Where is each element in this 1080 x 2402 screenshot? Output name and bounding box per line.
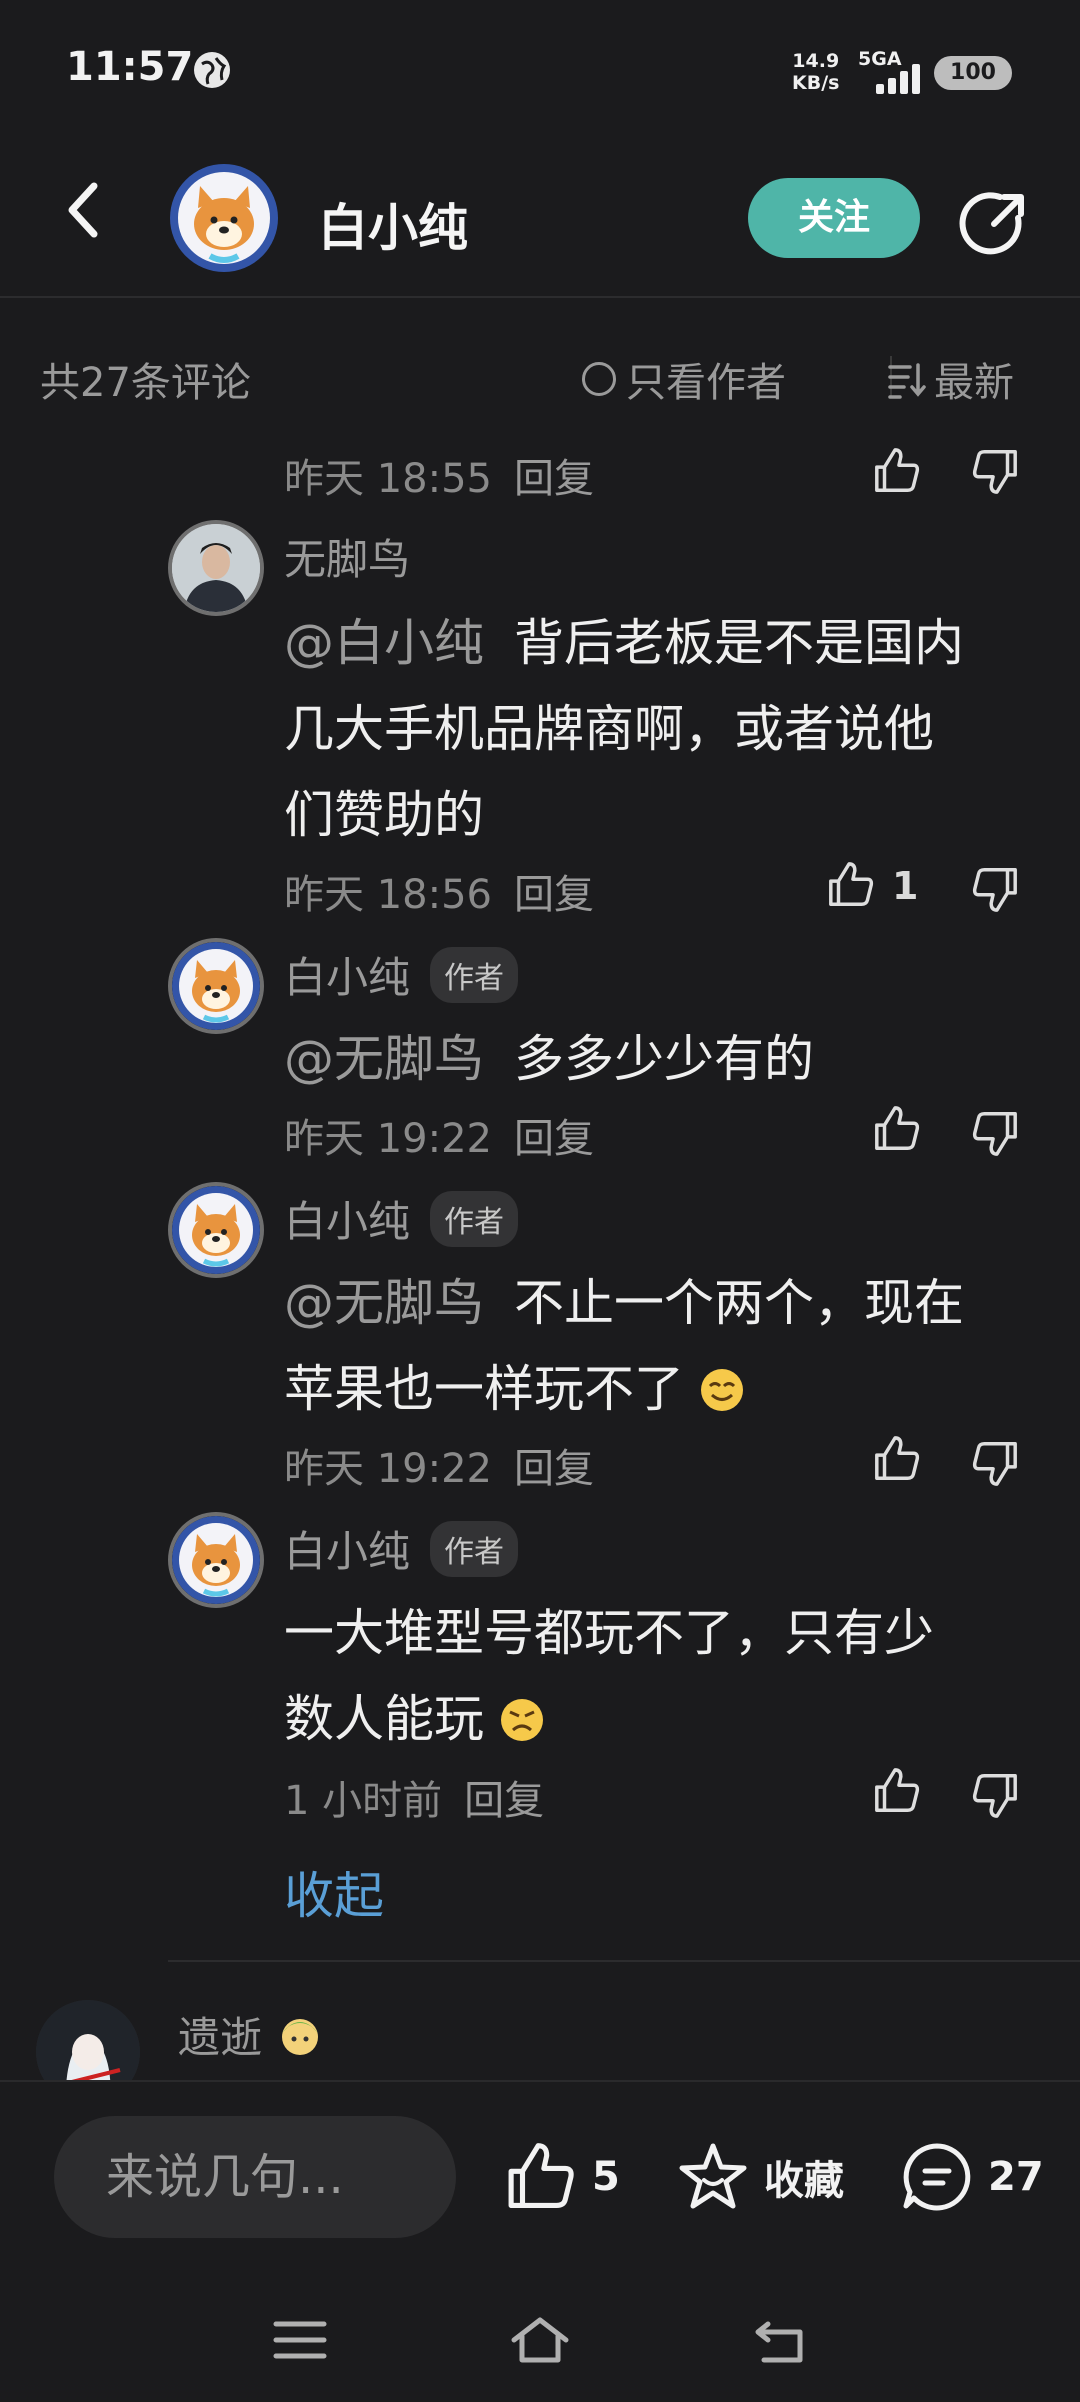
follow-button[interactable]: 关注 [748,178,920,258]
back-nav-icon[interactable] [750,2314,810,2366]
like-icon[interactable] [872,1104,922,1154]
dislike-icon[interactable] [970,1438,1020,1488]
status-time: 11:57 [66,44,194,90]
comment-text: @白小纯 背后老板是不是国内 几大手机品牌商啊，或者说他 们赞助的 [284,614,964,844]
reply-button[interactable]: 回复 [464,1778,544,1824]
comments-count: 27 [988,2154,1044,2200]
chevron-left-icon [68,182,98,238]
comment-text: @无脚鸟 不止一个两个，现在 苹果也一样玩不了 [284,1274,964,1418]
page-title: 白小纯 [318,199,468,257]
thumbs-up-icon [508,2143,574,2209]
battery-indicator: 100 [934,56,1012,90]
like-icon[interactable] [872,446,922,496]
network-speed: 14.9 KB/s [792,50,840,94]
back-button[interactable] [56,180,116,240]
author-only-toggle[interactable]: 只看作者 [582,350,786,408]
mention[interactable]: @无脚鸟 [284,1030,484,1088]
favorite-label: 收藏 [764,2158,844,2204]
dislike-icon[interactable] [970,446,1020,496]
author-avatar[interactable] [168,1512,264,1608]
reply-button[interactable]: 回复 [514,1116,594,1162]
comment-meta: 昨天 19:22 回复 [284,1116,594,1162]
sort-label: 最新 [934,360,1014,406]
signal-icon [876,62,924,94]
reply-button[interactable]: 回复 [514,1446,594,1492]
author-only-label: 只看作者 [626,360,786,406]
mention[interactable]: @无脚鸟 [284,1274,484,1332]
like-post-button[interactable]: 5 [504,2140,620,2214]
comment-text: 一大堆型号都玩不了，只有少 数人能玩 [284,1604,934,1748]
dislike-icon[interactable] [970,864,1020,914]
commenter-name[interactable]: 白小纯 作者 [284,944,519,1005]
character-badge-icon [282,2018,319,2055]
favorite-button[interactable]: 收藏 [676,2140,844,2214]
collapse-replies-link[interactable]: 收起 [284,1856,384,1928]
globe-icon [194,52,230,88]
radio-icon [582,362,616,396]
comment-meta: 昨天 19:22 回复 [284,1446,594,1492]
share-icon [959,192,1024,255]
comment-text: @无脚鸟 多多少少有的 [284,1030,814,1088]
commenter-name[interactable]: 遗逝 [178,2004,324,2065]
commenter-name[interactable]: 白小纯 作者 [284,1188,519,1249]
like-icon[interactable] [872,1766,922,1816]
comment-meta: 昨天 18:56 回复 [284,872,594,918]
commenter-name[interactable]: 无脚鸟 [284,526,410,587]
sort-icon [888,363,926,399]
smile-emoji-icon [700,1369,743,1411]
angry-emoji-icon [500,1699,543,1741]
mention[interactable]: @白小纯 [284,614,484,672]
author-tag: 作者 [430,1520,519,1577]
comment-meta: 昨天 18:55 回复 [284,456,594,502]
post-like-count: 5 [592,2154,620,2200]
author-avatar[interactable] [168,938,264,1034]
thread-divider [168,1960,1080,1962]
dislike-icon[interactable] [970,1108,1020,1158]
commenter-avatar[interactable] [168,520,264,616]
comment-count: 共27条评论 [40,360,251,406]
sort-button[interactable]: 最新 [886,350,1014,408]
comment-icon [903,2143,971,2211]
author-tag: 作者 [430,946,519,1003]
comment-meta: 1 小时前 回复 [284,1778,545,1824]
like-count: 1 [892,864,919,908]
author-tag: 作者 [430,1190,519,1247]
dislike-icon[interactable] [970,1770,1020,1820]
comments-button[interactable]: 27 [900,2140,1044,2214]
home-icon[interactable] [510,2314,570,2366]
like-icon[interactable] [872,1434,922,1484]
menu-icon[interactable] [270,2314,330,2366]
reply-button[interactable]: 回复 [514,456,594,502]
header-divider [0,296,1080,298]
commenter-name[interactable]: 白小纯 作者 [284,1518,519,1579]
reply-button[interactable]: 回复 [514,872,594,918]
share-button[interactable] [958,188,1030,260]
author-avatar[interactable] [170,164,278,272]
comment-input[interactable]: 来说几句... [54,2116,456,2238]
author-avatar[interactable] [168,1182,264,1278]
star-icon [679,2143,747,2209]
like-icon[interactable] [826,860,876,910]
